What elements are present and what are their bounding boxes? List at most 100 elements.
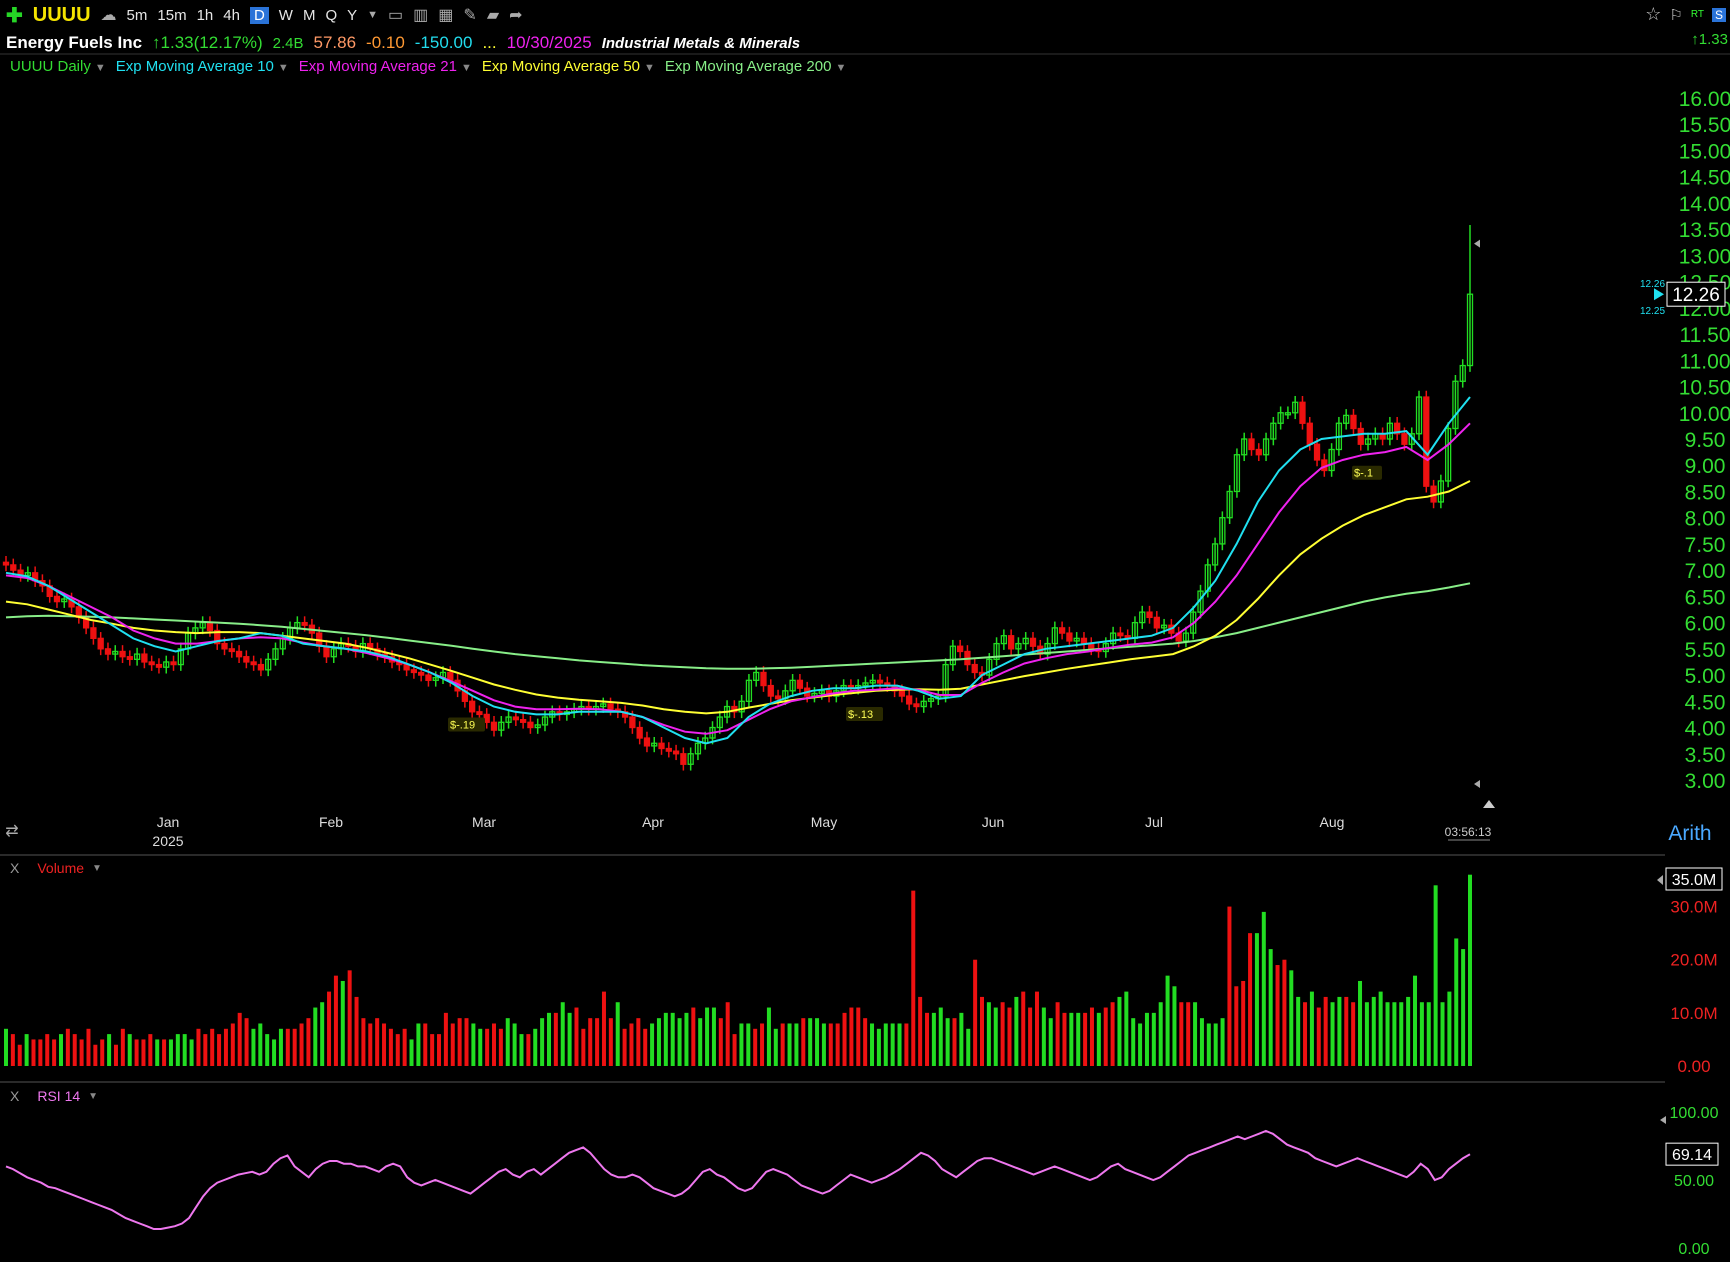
- volume-bar: [1337, 996, 1342, 1066]
- month-tick-label: Jul: [1145, 814, 1163, 830]
- volume-bar: [925, 1012, 930, 1066]
- volume-bar: [1426, 1002, 1431, 1066]
- volume-bar: [938, 1007, 943, 1066]
- ema200-line: [5, 582, 1471, 670]
- price-tick-label: 8.00: [1685, 508, 1726, 531]
- volume-bar: [4, 1028, 8, 1066]
- volume-bar: [134, 1039, 139, 1066]
- candle-body: [629, 716, 636, 729]
- volume-bar: [285, 1028, 290, 1066]
- expand-triangle-icon: [1483, 800, 1495, 808]
- volume-bar: [223, 1028, 228, 1066]
- last-volume-label: 35.0M: [1672, 872, 1716, 889]
- volume-bar: [313, 1007, 318, 1066]
- volume-bar: [368, 1023, 373, 1066]
- volume-bar: [684, 1012, 689, 1066]
- volume-bar: [1034, 991, 1039, 1066]
- candle-body: [323, 645, 330, 658]
- month-tick-label: Mar: [472, 814, 496, 830]
- volume-bar: [265, 1034, 270, 1066]
- last-rsi-label: 69.14: [1672, 1147, 1712, 1164]
- volume-bar: [1021, 991, 1026, 1066]
- volume-bar: [1124, 991, 1129, 1066]
- volume-bar: [1309, 991, 1314, 1066]
- volume-bar: [1089, 1007, 1094, 1066]
- candle-body: [913, 703, 920, 708]
- volume-bar: [1220, 1018, 1225, 1066]
- volume-bar: [1241, 980, 1246, 1066]
- candle-body: [760, 671, 767, 687]
- rsi-line: [5, 1129, 1471, 1230]
- candle-body: [410, 669, 418, 674]
- candle-body: [468, 700, 476, 713]
- candle-body: [490, 721, 498, 731]
- volume-bar: [120, 1028, 125, 1066]
- candle-body: [1153, 616, 1160, 629]
- volume-bar: [1371, 996, 1376, 1066]
- rsi-tick-label: 50.00: [1674, 1173, 1714, 1190]
- volume-bar: [959, 1012, 964, 1066]
- chart-canvas[interactable]: $-.19$-.13$-.1 30.0M20.0M10.0M0.0035.0M …: [0, 0, 1730, 1262]
- volume-bar: [1165, 975, 1170, 1066]
- volume-bar: [512, 1023, 517, 1066]
- volume-bar: [1083, 1012, 1088, 1066]
- volume-bar: [567, 1012, 572, 1066]
- volume-bar: [711, 1007, 716, 1066]
- candle-body: [876, 679, 884, 684]
- volume-bar: [904, 1023, 909, 1066]
- volume-bar: [443, 1012, 448, 1066]
- candle-body: [898, 690, 906, 697]
- volume-bar: [52, 1039, 57, 1066]
- volume-bar: [1447, 991, 1452, 1066]
- volume-bar: [38, 1039, 43, 1066]
- volume-bar: [636, 1018, 641, 1066]
- bar-timer-label: 03:56:13: [1445, 825, 1492, 839]
- volume-bar: [911, 890, 916, 1066]
- price-tick-label: 14.00: [1679, 193, 1730, 216]
- candle-body: [418, 671, 425, 676]
- volume-bar: [127, 1034, 132, 1066]
- volume-bar: [533, 1028, 538, 1066]
- candle-body: [53, 595, 61, 603]
- volume-bar: [980, 996, 984, 1066]
- volume-bar: [320, 1002, 325, 1066]
- volume-bar: [395, 1034, 400, 1066]
- volume-bar: [141, 1039, 146, 1066]
- volume-bar: [306, 1018, 311, 1066]
- volume-bar: [766, 1007, 771, 1066]
- volume-bar: [196, 1028, 201, 1066]
- volume-bar: [595, 1018, 600, 1066]
- volume-bar: [656, 1018, 661, 1066]
- candle-body: [906, 695, 913, 705]
- volume-bar: [505, 1018, 510, 1066]
- candle-body: [250, 661, 257, 666]
- candle-body: [243, 656, 250, 663]
- volume-bar: [1117, 996, 1122, 1066]
- volume-bar: [272, 1039, 277, 1066]
- volume-bar: [65, 1028, 70, 1066]
- volume-bar: [663, 1012, 668, 1066]
- volume-tick-label: 10.0M: [1670, 1004, 1717, 1023]
- volume-bar: [1151, 1012, 1156, 1066]
- volume-bar: [299, 1023, 304, 1066]
- volume-bar: [821, 1023, 826, 1066]
- scale-mode-label: Arith: [1668, 822, 1711, 845]
- ema10-value-label: 12.26: [1640, 279, 1665, 290]
- candle-body: [665, 747, 672, 752]
- volume-bar: [918, 996, 923, 1066]
- volume-bar: [464, 1018, 469, 1066]
- volume-bar: [1144, 1012, 1149, 1066]
- volume-bar: [1364, 1002, 1369, 1066]
- volume-bar: [739, 1023, 744, 1066]
- volume-bar: [24, 1034, 29, 1066]
- volume-bar: [1378, 991, 1383, 1066]
- candle-body: [643, 737, 651, 747]
- volume-bar: [1344, 996, 1349, 1066]
- candle-body: [1066, 632, 1073, 642]
- candle-body: [119, 650, 126, 658]
- volume-bar: [1014, 996, 1019, 1066]
- volume-bar: [815, 1018, 820, 1066]
- volume-bar: [698, 1018, 703, 1066]
- volume-bar: [870, 1023, 875, 1066]
- rsi-panel: 100.00 50.00 0.00 69.14: [5, 1105, 1719, 1258]
